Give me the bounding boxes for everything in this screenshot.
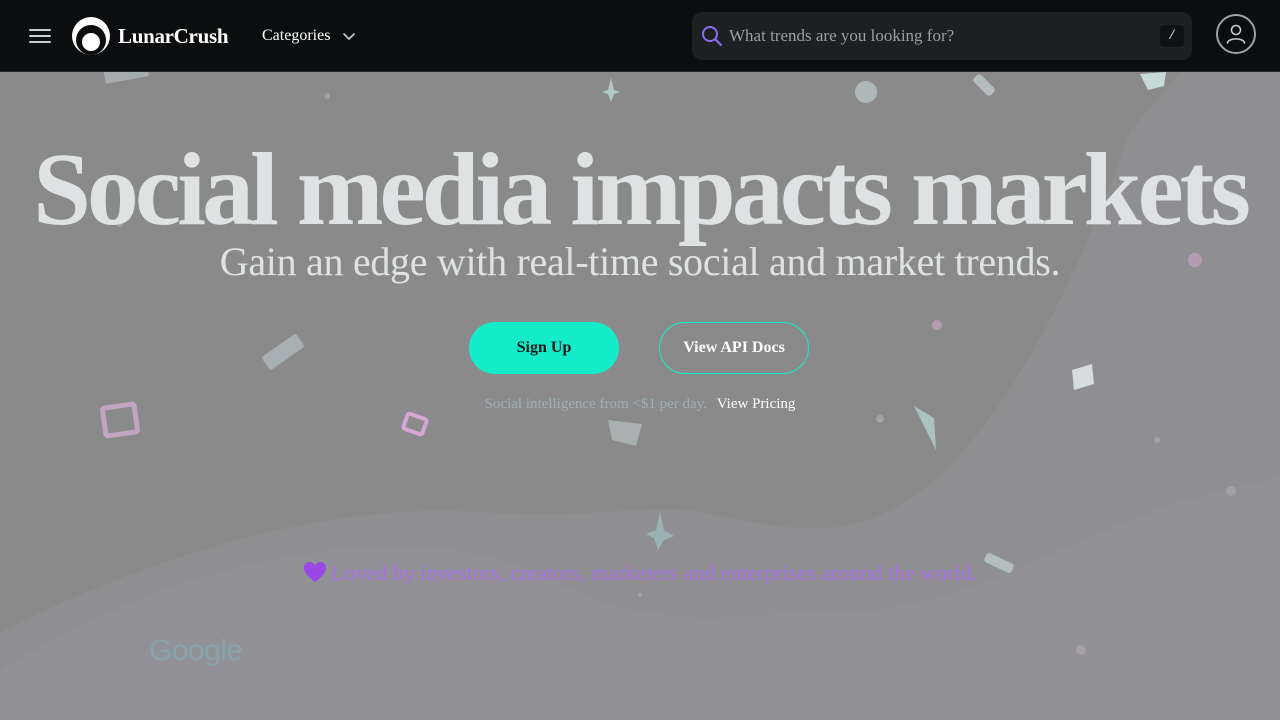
search-icon [702,26,723,47]
floating-bitcoin-shape [1140,72,1166,90]
floating-star-shape [602,78,620,102]
brand-logo[interactable]: LunarCrush [70,16,229,56]
view-api-docs-button[interactable]: View API Docs [659,322,809,374]
view-pricing-link[interactable]: View Pricing [717,396,796,412]
loved-by-text: Loved by investors, creators, marketers … [330,560,978,585]
floating-tube-shape-2 [973,74,995,96]
floating-apple-shape [855,81,877,103]
search-shortcut-key: / [1160,25,1184,47]
pricing-row: Social intelligence from <$1 per day. Vi… [0,396,1280,413]
top-navigation-bar: LunarCrush Categories / [0,0,1280,72]
sign-up-button[interactable]: Sign Up [469,322,619,374]
floating-top-shape [103,72,149,84]
categories-label: Categories [262,27,331,44]
lunarcrush-moon-logo-icon [72,17,110,55]
floating-diamond-shape [401,411,429,437]
loved-by-banner: Loved by investors, creators, marketers … [0,560,1280,586]
hamburger-menu-icon[interactable] [24,22,56,50]
search-box: / [692,12,1192,60]
purple-heart-icon [303,562,326,582]
user-icon [1226,24,1246,44]
floating-bar-shape [261,334,305,370]
chevron-down-icon [343,33,356,40]
hero-subtitle: Gain an edge with real-time social and m… [219,239,1061,284]
search-input[interactable] [729,21,1149,51]
account-button[interactable] [1216,14,1256,54]
floating-shield-shape [608,420,642,446]
hero-title: Social media impacts markets [33,132,1251,247]
categories-dropdown[interactable]: Categories [262,22,356,50]
google-logo: Google [149,634,243,667]
brand-name: LunarCrush [118,23,229,48]
pricing-note: Social intelligence from <$1 per day. [484,396,707,412]
